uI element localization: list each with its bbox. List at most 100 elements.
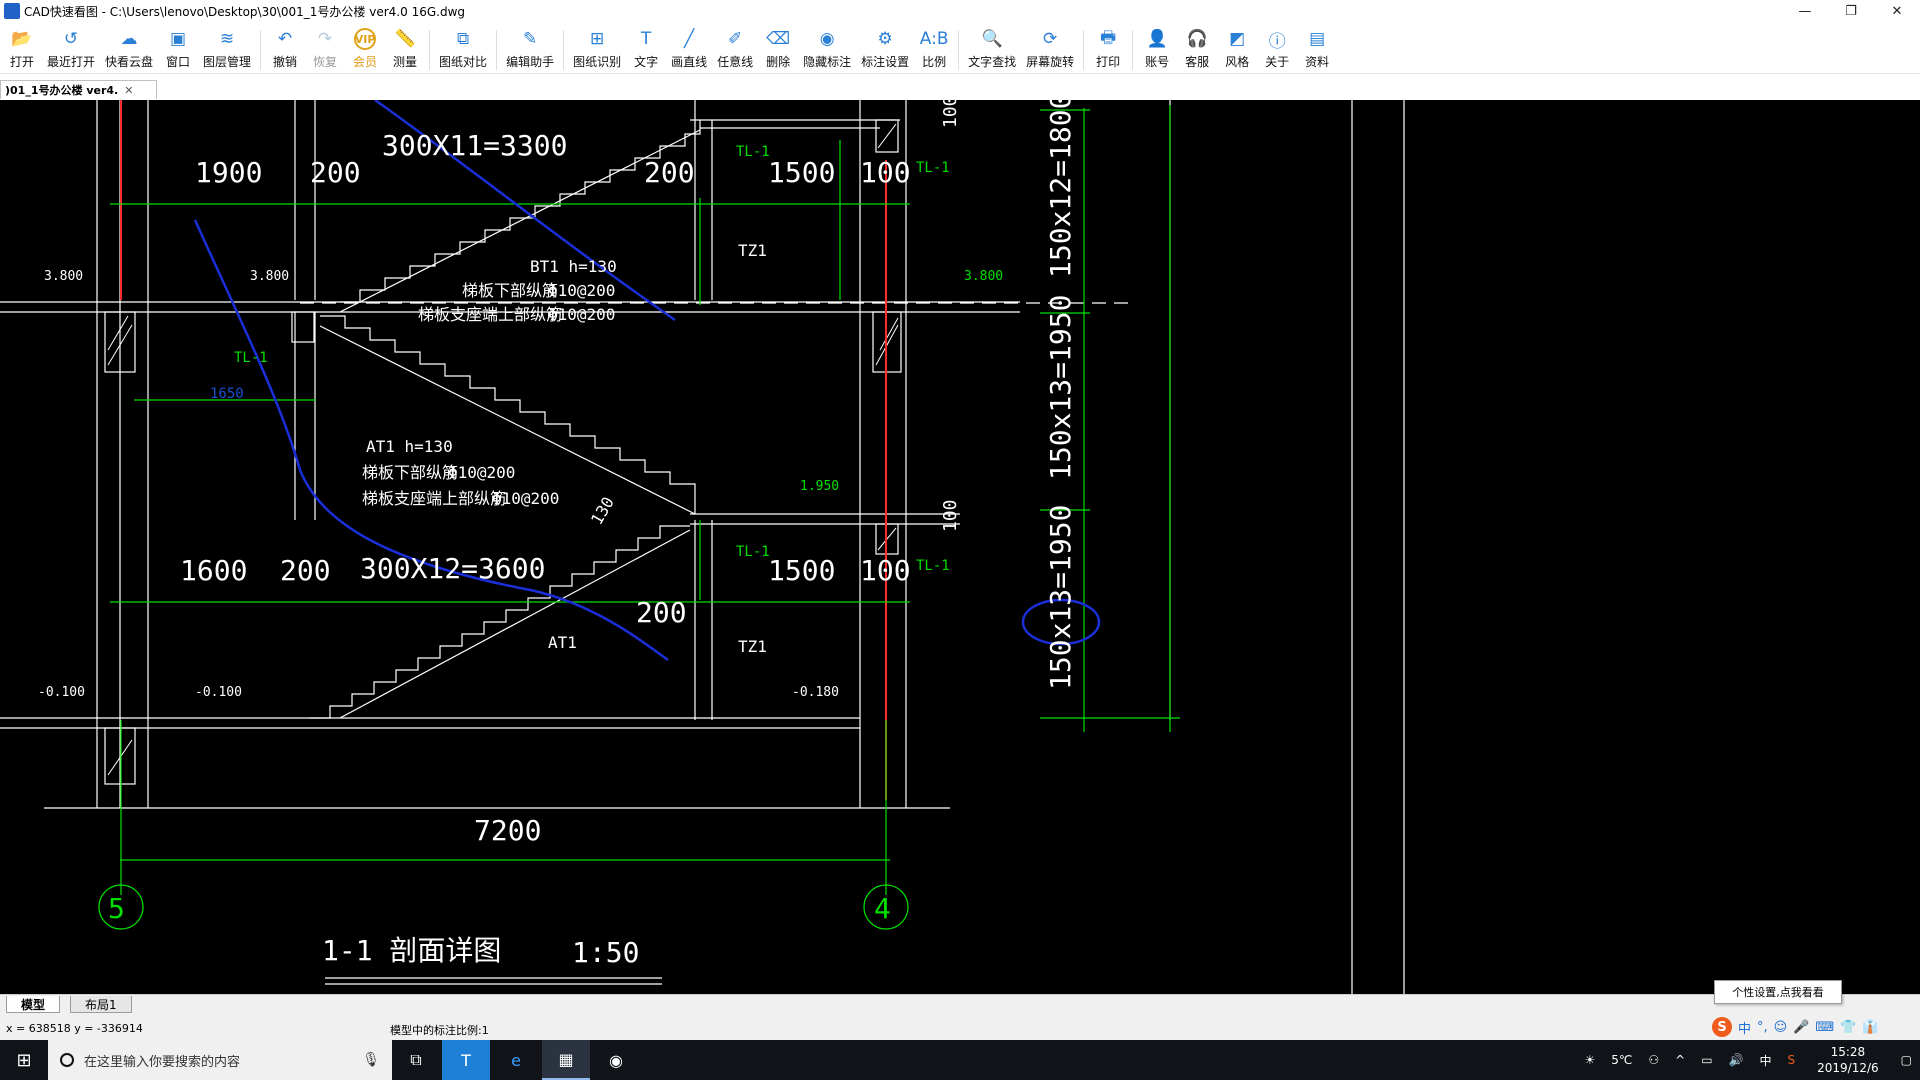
dim-100-b: 100: [860, 554, 911, 587]
toolbar-label: 画直线: [671, 55, 708, 69]
start-button[interactable]: ⊞: [0, 1040, 48, 1080]
vdim-100-mid: 100: [940, 499, 961, 532]
toolbar-label: 打开: [9, 55, 34, 69]
beam-label-tl1-c: TL-1: [234, 350, 268, 366]
toolbar-button-15[interactable]: ⌫ 删除: [758, 22, 798, 74]
close-button[interactable]: ✕: [1874, 0, 1920, 22]
column-label-tz1-b: TZ1: [738, 637, 767, 656]
task-view-icon[interactable]: ⧉: [392, 1040, 440, 1080]
vdim-150x13-a: 150x13=1950: [1044, 295, 1077, 480]
toolbar-button-26[interactable]: ▤ 资料: [1297, 22, 1337, 74]
ime-toolbox-icon[interactable]: 👔: [1862, 1020, 1878, 1035]
toolbar-button-3[interactable]: ▣ 窗口: [158, 22, 198, 74]
taskbar-search[interactable]: 在这里输入你要搜索的内容 🎙: [48, 1040, 392, 1080]
annotation-scale-text: 模型中的标注比例:1: [390, 1024, 489, 1037]
microphone-icon[interactable]: 🎙: [362, 1052, 380, 1068]
ime-toolbar: S 中 °, ☺ 🎤 ⌨ 👕 👔: [1712, 1016, 1879, 1038]
toolbar-button-10[interactable]: ✎ 编辑助手: [501, 22, 559, 74]
taskbar-app-t-icon[interactable]: T: [442, 1040, 490, 1080]
settings-tooltip[interactable]: 个性设置,点我看看: [1714, 980, 1842, 1004]
edge-browser-icon[interactable]: e: [492, 1040, 540, 1080]
ime-keyboard-icon[interactable]: ⌨: [1815, 1020, 1834, 1035]
beam-hatching: [107, 123, 899, 776]
tab-layout1[interactable]: 布局1: [70, 996, 132, 1013]
taskbar-app-camera-icon[interactable]: ◉: [592, 1040, 640, 1080]
status-bar: x = 638518 y = -336914 模型中的标注比例:1: [0, 1014, 1920, 1040]
level-3800-c: 3.800: [964, 269, 1003, 284]
print-icon: 🖶: [1100, 27, 1117, 48]
dimension-lines: [98, 105, 1180, 930]
tray-ime-lang[interactable]: 中: [1759, 1052, 1771, 1069]
toolbar-button-17[interactable]: ⚙ 标注设置: [856, 22, 914, 74]
toolbar-button-23[interactable]: 🎧 客服: [1177, 22, 1217, 74]
toolbar-button-24[interactable]: ◩ 风格: [1217, 22, 1257, 74]
axis-label-5: 5: [108, 892, 125, 925]
ime-skin-icon[interactable]: 👕: [1840, 1020, 1856, 1035]
toolbar-button-25[interactable]: ⓘ 关于: [1257, 22, 1297, 74]
dim-100-a: 100: [860, 156, 911, 189]
toolbar-button-5[interactable]: ↶ 撤销: [265, 22, 305, 74]
weather-temp[interactable]: 5℃: [1611, 1053, 1632, 1067]
ime-emoji-icon[interactable]: ☺: [1774, 1020, 1788, 1035]
main-toolbar: 📂 打开 ↺ 最近打开 ☁ 快看云盘 ▣ 窗口 ≋ 图层管理 ↶ 撤销 ↷ 恢复 VIP 会员 📏 测量 ⧉ 图纸对比…: [0, 22, 1920, 74]
toolbar-label: 账号: [1145, 55, 1170, 69]
toolbar-button-22[interactable]: 👤 账号: [1137, 22, 1177, 74]
tab-model[interactable]: 模型: [6, 996, 61, 1013]
axis-label-4: 4: [874, 892, 891, 925]
at1-line2: 梯板支座端上部纵筋: [362, 489, 506, 508]
tray-expand-icon[interactable]: ^: [1675, 1053, 1685, 1067]
toolbar-button-19[interactable]: 🔍 文字查找: [963, 22, 1021, 74]
toolbar-label: 图纸对比: [439, 55, 488, 69]
toolbar-label: 撤销: [273, 55, 298, 69]
document-tab[interactable]: )01_1号办公楼 ver4. ✕: [0, 80, 157, 99]
minimize-button[interactable]: —: [1782, 0, 1828, 22]
toolbar-button-9[interactable]: ⧉ 图纸对比: [434, 22, 492, 74]
drawing-canvas[interactable]: 1900 200 300X11=3300 200 1500 100 1600 2…: [0, 100, 1920, 994]
toolbar-button-2[interactable]: ☁ 快看云盘: [100, 22, 158, 74]
network-icon[interactable]: ▭: [1701, 1053, 1712, 1067]
toolbar-label: 任意线: [717, 55, 754, 69]
toolbar-button-7[interactable]: VIP 会员: [345, 22, 385, 74]
bt1-line2: 梯板支座端上部纵筋: [418, 305, 562, 324]
ime-punctuation-icon[interactable]: °,: [1757, 1020, 1768, 1035]
toolbar-label: 测量: [393, 55, 418, 69]
weather-icon[interactable]: ☀: [1584, 1053, 1595, 1067]
section-title: 1-1 剖面详图: [322, 934, 501, 967]
toolbar-button-18[interactable]: A:B 比例: [914, 22, 954, 74]
close-tab-icon[interactable]: ✕: [124, 84, 133, 97]
vertical-dim-group: 150x12=1800 150x13=1950 150x13=1950 100 …: [940, 100, 1077, 690]
maximize-button[interactable]: ❐: [1828, 0, 1874, 22]
toolbar-label: 隐藏标注: [803, 55, 852, 69]
tray-sogou-icon[interactable]: S: [1788, 1053, 1796, 1067]
toolbar-button-14[interactable]: ✐ 任意线: [712, 22, 758, 74]
level-1950: 1.950: [800, 479, 839, 494]
toolbar-button-12[interactable]: T 文字: [626, 22, 666, 74]
notifications-icon[interactable]: ▢: [1901, 1053, 1912, 1067]
toolbar-button-21[interactable]: 🖶 打印: [1088, 22, 1128, 74]
toolbar-button-8[interactable]: 📏 测量: [385, 22, 425, 74]
toolbar-button-16[interactable]: ◉ 隐藏标注: [798, 22, 856, 74]
toolbar-button-13[interactable]: ╱ 画直线: [666, 22, 712, 74]
volume-icon[interactable]: 🔊: [1729, 1053, 1744, 1067]
cad-viewer-window: CAD快速看图 - C:\Users\lenovo\Desktop\30\001…: [0, 0, 1920, 1080]
toolbar-button-4[interactable]: ≋ 图层管理: [198, 22, 256, 74]
toolbar-button-1[interactable]: ↺ 最近打开: [42, 22, 100, 74]
taskbar-clock[interactable]: 15:28 2019/12/6: [1817, 1044, 1879, 1076]
toolbar-button-20[interactable]: ⟳ 屏幕旋转: [1021, 22, 1079, 74]
title-bar: CAD快速看图 - C:\Users\lenovo\Desktop\30\001…: [0, 0, 1920, 22]
toolbar-button-11[interactable]: ⊞ 图纸识别: [568, 22, 626, 74]
ime-mic-icon[interactable]: 🎤: [1793, 1020, 1809, 1035]
vip-icon: VIP: [354, 28, 377, 50]
sogou-logo-icon[interactable]: S: [1712, 1017, 1732, 1037]
clock-time: 15:28: [1830, 1045, 1866, 1059]
document-tab-bar: )01_1号办公楼 ver4. ✕: [0, 75, 1920, 100]
toolbar-button-0[interactable]: 📂 打开: [2, 22, 42, 74]
cad-viewer-taskbar-icon[interactable]: ▦: [542, 1040, 590, 1080]
toolbar-button-6[interactable]: ↷ 恢复: [305, 22, 345, 74]
toolbar-label: 图层管理: [203, 55, 252, 69]
people-icon[interactable]: ⚇: [1648, 1053, 1659, 1067]
info-icon: ⓘ: [1268, 31, 1286, 52]
toolbar-separator: [1132, 30, 1134, 70]
line-icon: ╱: [683, 29, 695, 49]
ime-chinese-toggle[interactable]: 中: [1738, 1018, 1751, 1037]
